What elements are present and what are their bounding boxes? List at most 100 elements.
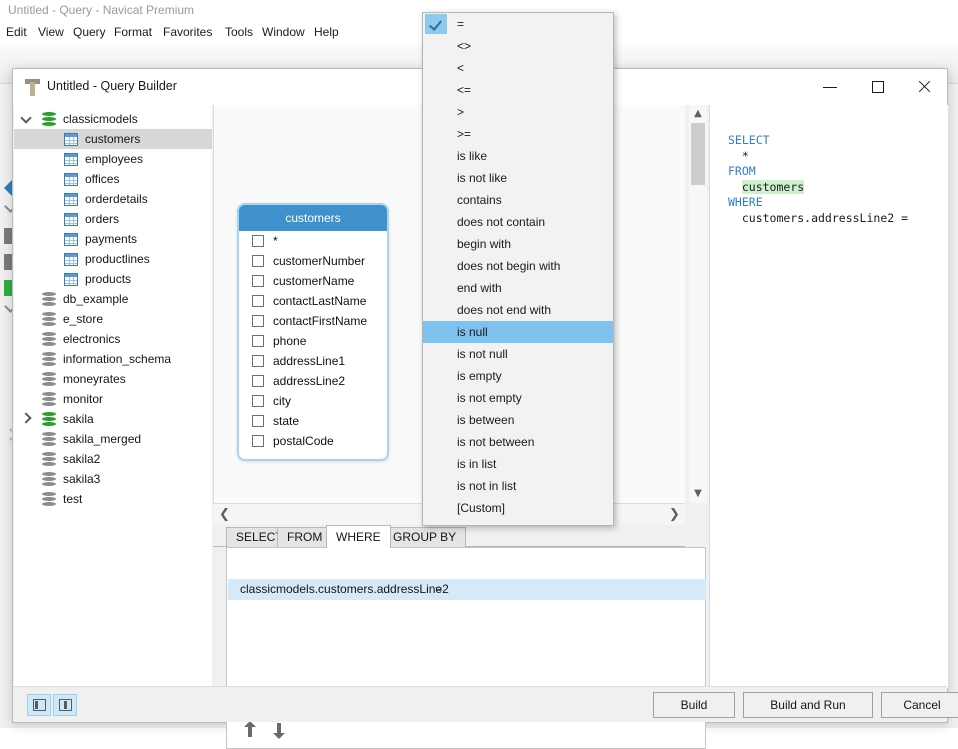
where-operator-value[interactable]: = (435, 579, 442, 600)
arrow-down-icon[interactable] (269, 720, 289, 740)
operator-option-[interactable]: <= (423, 79, 613, 101)
sql-preview-panel[interactable]: SELECT * FROM customers WHERE customers.ad… (709, 105, 948, 688)
menu-item-view[interactable]: View (38, 25, 64, 39)
sql-vertical-scrollbar[interactable]: ▲ ▼ (689, 105, 707, 503)
table-field-contactFirstName[interactable]: contactFirstName (239, 311, 387, 331)
operator-option-is-not-null[interactable]: is not null (423, 343, 613, 365)
field-checkbox[interactable] (252, 315, 264, 327)
table-field-phone[interactable]: phone (239, 331, 387, 351)
tree-item-sakila2[interactable]: sakila2 (14, 449, 212, 469)
menu-item-help[interactable]: Help (314, 25, 339, 39)
field-checkbox[interactable] (252, 275, 264, 287)
panel-right-toggle[interactable] (53, 694, 77, 716)
operator-option-[interactable]: > (423, 101, 613, 123)
clause-tab-from[interactable]: FROM (277, 527, 333, 547)
operator-option-is-empty[interactable]: is empty (423, 365, 613, 387)
minimize-button[interactable] (807, 69, 853, 105)
panel-left-toggle[interactable] (27, 694, 51, 716)
table-field-addressLine2[interactable]: addressLine2 (239, 371, 387, 391)
maximize-button[interactable] (855, 69, 901, 105)
operator-option-[interactable]: <> (423, 35, 613, 57)
tree-item-orders[interactable]: orders (14, 209, 212, 229)
clause-tab-group-by[interactable]: GROUP BY (383, 527, 467, 547)
clause-tab-where[interactable]: WHERE (326, 525, 391, 548)
where-condition-row[interactable]: classicmodels.customers.addressLine2 = (228, 579, 706, 600)
close-button[interactable] (901, 69, 947, 105)
operator-option-is-not-like[interactable]: is not like (423, 167, 613, 189)
tree-item-information_schema[interactable]: information_schema (14, 349, 212, 369)
menu-item-format[interactable]: Format (114, 25, 152, 39)
field-checkbox[interactable] (252, 235, 264, 247)
tree-item-productlines[interactable]: productlines (14, 249, 212, 269)
menu-item-favorites[interactable]: Favorites (163, 25, 212, 39)
chevron-down-icon[interactable] (20, 112, 32, 124)
menu-item-tools[interactable]: Tools (225, 25, 253, 39)
tree-item-e_store[interactable]: e_store (14, 309, 212, 329)
operator-option-is-not-empty[interactable]: is not empty (423, 387, 613, 409)
operator-option-does-not-contain[interactable]: does not contain (423, 211, 613, 233)
operator-option-[interactable]: < (423, 57, 613, 79)
clause-tab-bar[interactable]: SELECT FROM WHERE GROUP BY (213, 525, 685, 548)
tree-item-sakila_merged[interactable]: sakila_merged (14, 429, 212, 449)
field-checkbox[interactable] (252, 255, 264, 267)
tree-item-payments[interactable]: payments (14, 229, 212, 249)
tree-item-monitor[interactable]: monitor (14, 389, 212, 409)
table-field-contactLastName[interactable]: contactLastName (239, 291, 387, 311)
operator-option-end-with[interactable]: end with (423, 277, 613, 299)
chevron-right-icon[interactable]: ❯ (669, 508, 680, 522)
menu-item-window[interactable]: Window (262, 25, 305, 39)
table-node-customers[interactable]: customers * customerNumber customerName con… (237, 203, 389, 461)
table-field-list[interactable]: * customerNumber customerName contactLastNa… (239, 231, 387, 451)
operator-option-is-null[interactable]: is null (423, 321, 613, 343)
tree-item-sakila3[interactable]: sakila3 (14, 469, 212, 489)
operator-option-does-not-end-with[interactable]: does not end with (423, 299, 613, 321)
chevron-left-icon[interactable]: ❮ (219, 508, 230, 522)
operator-option-is-in-list[interactable]: is in list (423, 453, 613, 475)
field-checkbox[interactable] (252, 295, 264, 307)
tree-item-products[interactable]: products (14, 269, 212, 289)
tree-item-customers[interactable]: customers (14, 129, 212, 149)
menu-item-query[interactable]: Query (73, 25, 106, 39)
table-field-state[interactable]: state (239, 411, 387, 431)
operator-option-custom[interactable]: [Custom] (423, 497, 613, 519)
field-checkbox[interactable] (252, 435, 264, 447)
field-checkbox[interactable] (252, 355, 264, 367)
tree-item-orderdetails[interactable]: orderdetails (14, 189, 212, 209)
where-field-label[interactable]: classicmodels.customers.addressLine2 (240, 579, 449, 600)
chevron-right-icon[interactable] (20, 412, 32, 424)
database-tree[interactable]: classicmodels customers employees offices or… (14, 105, 212, 688)
tree-item-electronics[interactable]: electronics (14, 329, 212, 349)
operator-option-is-not-in-list[interactable]: is not in list (423, 475, 613, 497)
table-field-customerName[interactable]: customerName (239, 271, 387, 291)
tree-item-db_example[interactable]: db_example (14, 289, 212, 309)
arrow-up-icon[interactable] (240, 720, 260, 740)
build-and-run-button[interactable]: Build and Run (743, 692, 873, 718)
field-checkbox[interactable] (252, 335, 264, 347)
cancel-button[interactable]: Cancel (881, 692, 958, 718)
menu-item-edit[interactable]: Edit (6, 25, 27, 39)
build-button[interactable]: Build (653, 692, 735, 718)
table-field-addressLine1[interactable]: addressLine1 (239, 351, 387, 371)
table-field-star[interactable]: * (239, 231, 387, 251)
tree-item-sakila[interactable]: sakila (14, 409, 212, 429)
field-checkbox[interactable] (252, 395, 264, 407)
tree-item-test[interactable]: test (14, 489, 212, 509)
tree-item-moneyrates[interactable]: moneyrates (14, 369, 212, 389)
operator-option-[interactable]: = (423, 13, 613, 35)
operator-option-is-not-between[interactable]: is not between (423, 431, 613, 453)
operator-option-does-not-begin-with[interactable]: does not begin with (423, 255, 613, 277)
scrollbar-thumb[interactable] (691, 123, 705, 185)
tree-item-employees[interactable]: employees (14, 149, 212, 169)
field-checkbox[interactable] (252, 415, 264, 427)
operator-option-is-between[interactable]: is between (423, 409, 613, 431)
operator-option-contains[interactable]: contains (423, 189, 613, 211)
tree-item-offices[interactable]: offices (14, 169, 212, 189)
field-checkbox[interactable] (252, 375, 264, 387)
operator-option-begin-with[interactable]: begin with (423, 233, 613, 255)
chevron-down-icon[interactable]: ▼ (689, 485, 707, 503)
table-field-city[interactable]: city (239, 391, 387, 411)
table-field-postalCode[interactable]: postalCode (239, 431, 387, 451)
operator-option-[interactable]: >= (423, 123, 613, 145)
operator-option-is-like[interactable]: is like (423, 145, 613, 167)
chevron-up-icon[interactable]: ▲ (689, 105, 707, 123)
